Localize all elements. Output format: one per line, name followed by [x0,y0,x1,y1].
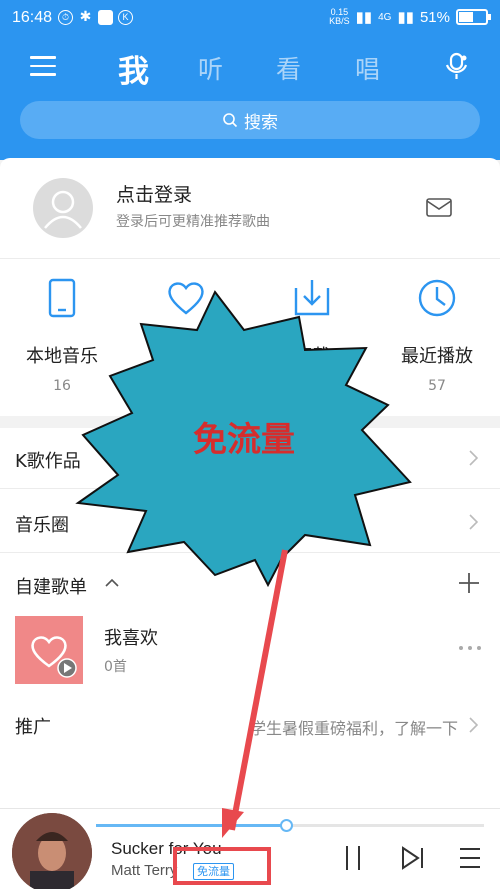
shortcut-label: 下载 [294,346,330,367]
playlist-icon[interactable] [458,845,482,871]
login-title[interactable]: 点击登录 [116,180,192,207]
row-label: K歌作品 [15,451,81,472]
divider [0,552,500,553]
alarm-icon: ⏱ [58,10,73,25]
progress-knob[interactable] [280,819,294,832]
chevron-right-icon [469,717,478,733]
tab-watch[interactable]: 看 [276,50,301,86]
mini-player[interactable]: Sucker for You Matt Terry 免流量 [0,808,500,889]
playlist-count: 0首 [104,659,127,675]
battery-fill [459,12,474,22]
shortcut-count: 16 [53,378,71,394]
mail-icon[interactable] [426,198,452,217]
chevron-up-icon[interactable] [105,578,119,587]
search-placeholder: 搜索 [244,112,278,133]
tab-sing[interactable]: 唱 [355,50,380,86]
album-art[interactable] [12,813,92,889]
callout-text: 免流量 [193,420,295,460]
tab-listen[interactable]: 听 [198,50,223,86]
promo-row[interactable]: 推广 学生暑假重磅福利，了解一下 [0,698,500,754]
net-speed: 0.15 KB/S [329,8,350,26]
heart-icon [31,636,77,678]
row-label: 自建歌单 [15,577,87,598]
main-content: 点击登录 登录后可更精准推荐歌曲 本地音乐 16 我 下载 最近播放 57 K歌… [0,158,500,808]
cell-signal-icon: ▮▮ [397,9,414,26]
status-icons: ⏱ ✱ K [58,8,133,25]
chevron-right-icon [469,514,478,530]
clock-icon [418,279,456,317]
add-icon[interactable] [458,572,480,594]
battery-percent: 51% [419,8,450,26]
search-bar[interactable]: 搜索 [20,101,480,139]
shortcut-label: 我 [177,346,195,367]
artist-name: Matt Terry [111,862,178,879]
free-data-badge: 免流量 [193,863,234,880]
playlist-cover [15,616,83,684]
user-placeholder-icon [44,190,82,229]
chevron-right-icon [469,450,478,466]
shield-icon [98,10,113,25]
login-panel[interactable]: 点击登录 登录后可更精准推荐歌曲 [0,158,500,258]
progress-fill [96,824,287,827]
divider [0,488,500,489]
more-icon[interactable] [458,645,482,651]
bluetooth-icon: ✱ [79,8,92,24]
playlist-title: 我喜欢 [104,628,158,649]
login-subtitle: 登录后可更精准推荐歌曲 [116,214,270,230]
signal-4g-label: 4G [378,11,392,23]
wifi-signal-icon: ▮▮ [355,9,373,26]
shortcut-label: 最近播放 [401,346,473,367]
promo-label: 推广 [15,717,51,738]
divider [0,258,500,259]
k-app-icon: K [118,10,133,25]
menu-icon[interactable] [30,56,56,76]
top-nav: 我 听 看 唱 [0,40,500,92]
shortcut-label: 本地音乐 [26,346,98,367]
next-icon[interactable] [400,845,426,871]
avatar[interactable] [33,178,93,238]
mic-icon[interactable] [444,52,470,80]
shortcut-count: 57 [428,378,446,394]
phone-icon [48,278,76,318]
row-music-circle[interactable]: 音乐圈 [0,492,500,552]
shortcut-favorites[interactable]: 我 [131,278,241,378]
row-my-playlists[interactable]: 自建歌单 [0,554,500,614]
battery-icon [456,9,491,25]
status-bar: 16:48 ⏱ ✱ K 0.15 KB/S ▮▮ 4G ▮▮ 51% [0,0,500,36]
row-label: 音乐圈 [15,515,69,536]
song-title: Sucker for You [111,839,222,858]
search-icon [223,113,238,128]
app-header: 16:48 ⏱ ✱ K 0.15 KB/S ▮▮ 4G ▮▮ 51% 我 听 看… [0,0,500,160]
net-speed-unit: KB/S [329,16,350,26]
tab-me[interactable]: 我 [118,46,149,91]
promo-text: 学生暑假重磅福利，了解一下 [249,719,458,738]
shortcut-grid: 本地音乐 16 我 下载 最近播放 57 [0,278,500,394]
shortcut-local-music[interactable]: 本地音乐 16 [7,278,117,394]
progress-bar[interactable] [96,819,484,832]
pause-icon[interactable] [343,845,363,871]
shortcut-download[interactable]: 下载 [257,278,367,378]
status-time: 16:48 [12,9,53,26]
download-icon [294,280,330,316]
playlist-item[interactable]: 我喜欢 0首 [0,608,500,698]
album-art-image [12,813,92,889]
heart-icon [168,282,204,315]
shortcut-recent[interactable]: 最近播放 57 [382,278,492,394]
